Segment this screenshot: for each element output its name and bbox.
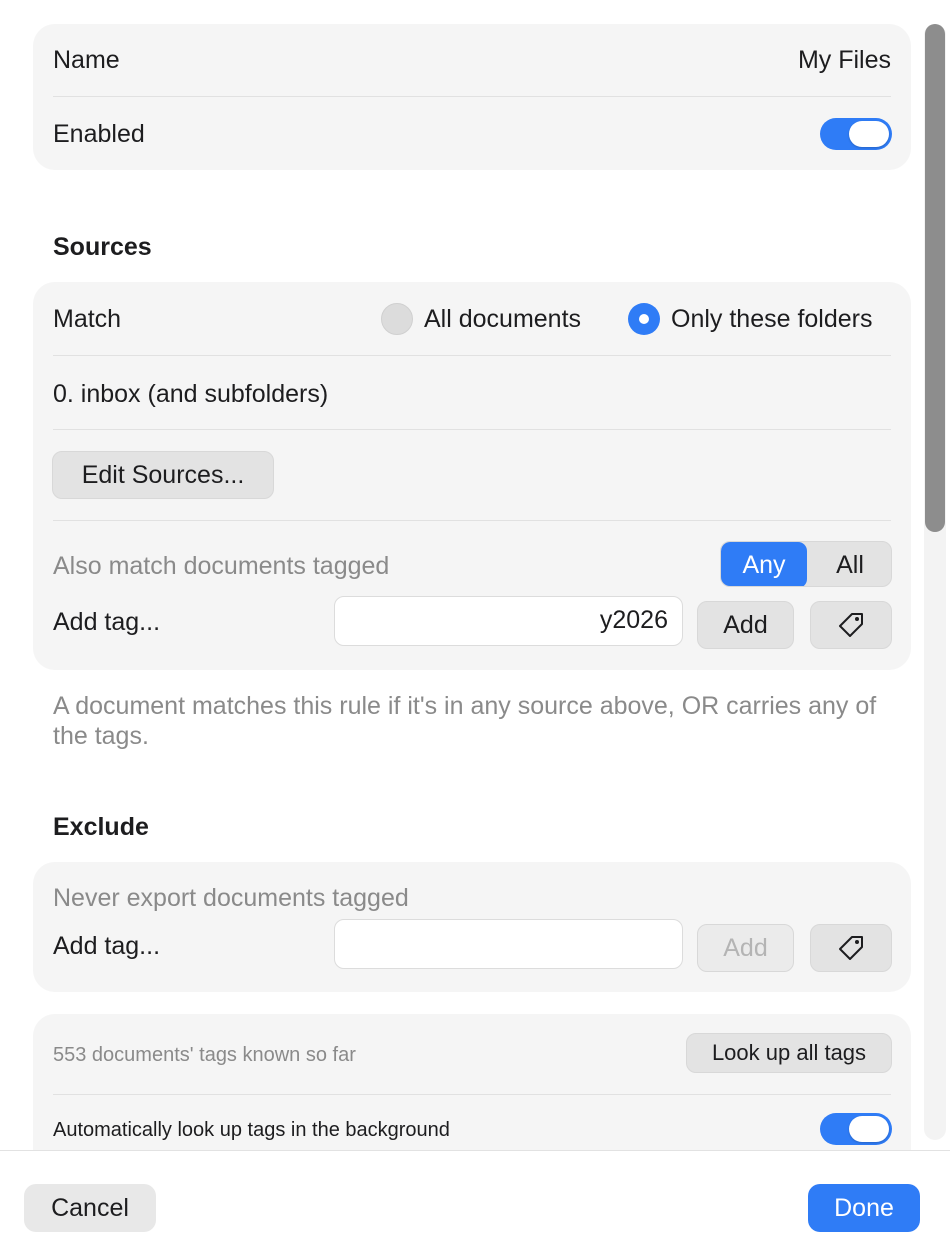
radio-all-documents[interactable] xyxy=(381,303,413,335)
add-tag-label: Add tag... xyxy=(53,932,161,960)
sources-title: Sources xyxy=(53,233,152,261)
name-label: Name xyxy=(53,46,120,74)
auto-lookup-toggle[interactable] xyxy=(820,1113,892,1145)
never-export-label: Never export documents tagged xyxy=(53,884,409,912)
divider xyxy=(53,355,891,356)
radio-only-these-folders-label[interactable]: Only these folders xyxy=(671,304,873,334)
sources-help-text: A document matches this rule if it's in … xyxy=(53,692,877,750)
scrollbar-thumb[interactable] xyxy=(925,24,945,532)
toggle-knob xyxy=(849,1116,889,1142)
divider xyxy=(53,520,891,521)
settings-scroll-area[interactable]: Name My Files Enabled Sources Match All … xyxy=(0,0,950,1150)
tag-icon xyxy=(839,613,863,637)
name-value[interactable]: My Files xyxy=(798,45,891,75)
segment-all[interactable]: All xyxy=(807,542,891,586)
tags-lookup-card: 553 documents' tags known so far Look up… xyxy=(33,1014,911,1150)
include-tag-input[interactable]: y2026 xyxy=(334,596,683,646)
done-button[interactable]: Done xyxy=(808,1184,920,1232)
exclude-card: Never export documents tagged Add tag...… xyxy=(33,862,911,992)
also-match-tagged-label: Also match documents tagged xyxy=(53,552,390,580)
toggle-knob xyxy=(849,121,889,147)
divider xyxy=(53,1094,891,1095)
folder-list-item: 0. inbox (and subfolders) xyxy=(53,380,329,408)
sources-card: Match All documents Only these folders 0… xyxy=(33,282,911,670)
general-card: Name My Files Enabled xyxy=(33,24,911,170)
exclude-tag-input[interactable] xyxy=(334,919,683,969)
cancel-button[interactable]: Cancel xyxy=(24,1184,156,1232)
tag-icon xyxy=(839,936,863,960)
include-add-button[interactable]: Add xyxy=(697,601,794,649)
exclude-add-button[interactable]: Add xyxy=(697,924,794,972)
enabled-label: Enabled xyxy=(53,120,145,148)
radio-all-documents-label[interactable]: All documents xyxy=(424,304,581,334)
segment-any[interactable]: Any xyxy=(721,542,807,586)
exclude-tag-picker-button[interactable] xyxy=(810,924,892,972)
auto-lookup-label: Automatically look up tags in the backgr… xyxy=(53,1119,450,1141)
match-label: Match xyxy=(53,305,122,333)
add-tag-label: Add tag... xyxy=(53,608,161,636)
dialog-footer: Cancel Done xyxy=(0,1150,950,1252)
known-tags-count-text: 553 documents' tags known so far xyxy=(53,1044,356,1066)
enabled-toggle[interactable] xyxy=(820,118,892,150)
divider xyxy=(53,96,891,97)
radio-only-these-folders[interactable] xyxy=(628,303,660,335)
divider xyxy=(53,429,891,430)
look-up-all-tags-button[interactable]: Look up all tags xyxy=(686,1033,892,1073)
scrollbar[interactable] xyxy=(924,24,946,1140)
match-mode-segmented-control[interactable]: Any All xyxy=(720,541,892,587)
include-tag-picker-button[interactable] xyxy=(810,601,892,649)
exclude-title: Exclude xyxy=(53,813,149,841)
edit-sources-button[interactable]: Edit Sources... xyxy=(52,451,274,499)
